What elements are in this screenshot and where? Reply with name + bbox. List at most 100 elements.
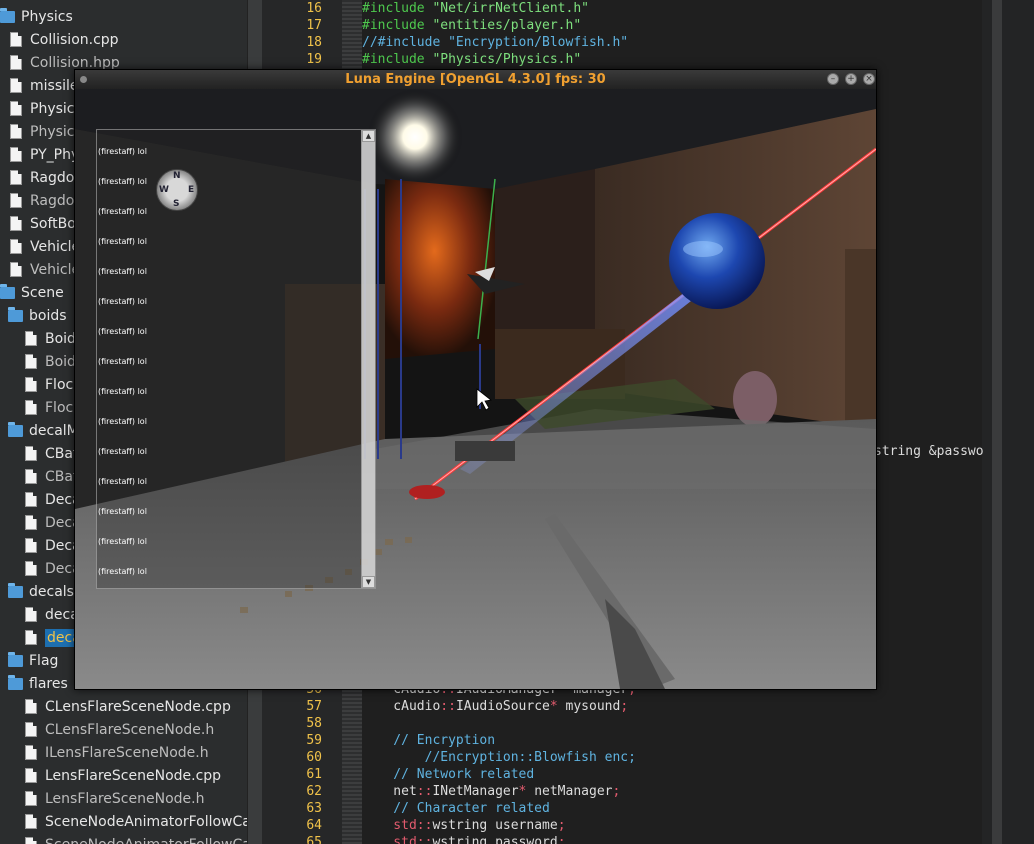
chat-scrollbar[interactable]: ▲ ▼	[361, 130, 375, 588]
maximize-button[interactable]: +	[845, 73, 857, 85]
chat-message: (firestaff) lol	[98, 297, 147, 306]
editor-scrollbar[interactable]	[992, 0, 1002, 844]
code-token: std	[362, 818, 417, 833]
folder-icon	[8, 421, 23, 437]
tree-item-label: SoftBo	[30, 215, 76, 232]
chat-message: (firestaff) lol	[98, 327, 147, 336]
file-icon	[10, 124, 22, 139]
tree-file[interactable]: SceneNodeAnimatorFollowCam	[0, 833, 262, 844]
tree-item-label: Physics	[21, 8, 73, 25]
tree-item-label: decals	[29, 583, 74, 600]
folder-icon	[8, 651, 23, 667]
folder-icon	[8, 582, 23, 598]
code-token: cAudio	[362, 699, 441, 714]
tree-item-label: Vehicle	[30, 238, 81, 255]
file-icon	[10, 101, 22, 116]
window-menu-icon[interactable]	[80, 76, 87, 83]
code-token: net	[362, 784, 417, 799]
window-titlebar[interactable]: Luna Engine [OpenGL 4.3.0] fps: 30 – + ×	[75, 70, 876, 89]
code-token: #include	[362, 1, 433, 16]
code-line: //#include "Encryption/Blowfish.h"	[362, 34, 628, 51]
code-token: ;	[557, 818, 566, 833]
chat-message: (firestaff) lol	[98, 237, 147, 246]
chat-message: (firestaff) lol	[98, 267, 147, 276]
tree-file[interactable]: ILensFlareSceneNode.h	[0, 741, 247, 764]
code-line: //Encryption::Blowfish enc;	[362, 749, 636, 766]
code-line: #include "entities/player.h"	[362, 17, 581, 34]
code-token: ;	[557, 835, 566, 844]
folder-icon	[8, 674, 23, 690]
chat-console[interactable]: (firestaff) lol (firestaff) lol (firestaff…	[96, 129, 376, 589]
code-line: #include "Physics/Physics.h"	[362, 51, 581, 68]
code-line: #include "Net/irrNetClient.h"	[362, 0, 589, 17]
code-token: ;	[612, 784, 621, 799]
compass-north: N	[173, 171, 181, 181]
code-token: "entities/player.h"	[432, 18, 582, 33]
minimize-button[interactable]: –	[827, 73, 839, 85]
chat-message: (firestaff) lol	[98, 387, 147, 396]
file-icon	[10, 55, 22, 70]
tree-file[interactable]: CLensFlareSceneNode.h	[0, 718, 247, 741]
scroll-down-arrow[interactable]: ▼	[362, 576, 375, 588]
code-token: #include	[362, 18, 433, 33]
file-icon	[25, 446, 37, 461]
code-token: ::	[416, 784, 433, 799]
code-token: ;	[620, 699, 629, 714]
tree-file[interactable]: LensFlareSceneNode.h	[0, 787, 247, 810]
line-number: 65	[306, 835, 322, 844]
tree-item-label: missile	[30, 77, 79, 94]
code-token: // Encryption	[362, 733, 496, 748]
file-icon	[25, 814, 37, 829]
code-line: std::wstring password;	[362, 834, 566, 844]
window-title: Luna Engine [OpenGL 4.3.0] fps: 30	[345, 72, 606, 87]
tree-file[interactable]: LensFlareSceneNode.cpp	[0, 764, 247, 787]
tree-item-label: Ragdol	[30, 192, 79, 209]
file-icon	[10, 262, 22, 277]
chat-message: (firestaff) lol	[98, 207, 147, 216]
tree-item-label: Boid	[45, 353, 76, 370]
file-icon	[25, 377, 37, 392]
chat-message: (firestaff) lol	[98, 177, 147, 186]
tree-item-label: SceneNodeAnimatorFollowCam	[45, 837, 262, 844]
game-viewport[interactable]: (firestaff) lol (firestaff) lol (firestaff…	[75, 89, 876, 689]
scroll-up-arrow[interactable]: ▲	[362, 130, 375, 142]
code-token: wstring username	[432, 818, 558, 833]
chat-message: (firestaff) lol	[98, 477, 147, 486]
compass-icon: N S E W	[156, 169, 198, 211]
file-icon	[25, 561, 37, 576]
close-button[interactable]: ×	[863, 73, 875, 85]
folder-icon	[0, 283, 15, 299]
code-fragment: string &passwo	[874, 444, 984, 459]
tree-file[interactable]: CLensFlareSceneNode.cpp	[0, 695, 247, 718]
tree-item-label: SceneNodeAnimatorFollowCam	[45, 813, 262, 830]
tree-item-label: CLensFlareSceneNode.cpp	[45, 698, 231, 715]
compass-east: E	[188, 185, 195, 195]
file-icon	[25, 469, 37, 484]
code-token: wstring password	[432, 835, 558, 844]
chat-message: (firestaff) lol	[98, 357, 147, 366]
file-icon	[25, 400, 37, 415]
tree-folder[interactable]: Physics	[0, 5, 247, 28]
file-icon	[25, 331, 37, 346]
tree-item-label: CLensFlareSceneNode.h	[45, 721, 215, 738]
tree-item-label: Flag	[29, 652, 59, 669]
tree-file[interactable]: SceneNodeAnimatorFollowCam	[0, 810, 262, 833]
file-icon	[25, 538, 37, 553]
line-number: 64	[306, 818, 322, 833]
code-token: "Physics/Physics.h"	[432, 52, 582, 67]
chat-message: (firestaff) lol	[98, 417, 147, 426]
line-number: 60	[306, 750, 322, 765]
tree-item-label: Collision.cpp	[30, 31, 119, 48]
code-token: ::	[416, 818, 433, 833]
chat-message: (firestaff) lol	[98, 507, 147, 516]
file-icon	[25, 699, 37, 714]
line-number: 62	[306, 784, 322, 799]
chat-message: (firestaff) lol	[98, 567, 147, 576]
tree-item-label: Boid	[45, 330, 76, 347]
code-token: netManager	[526, 784, 613, 799]
file-icon	[10, 170, 22, 185]
line-number: 16	[306, 1, 322, 16]
file-icon	[25, 745, 37, 760]
tree-file[interactable]: Collision.cpp	[0, 28, 247, 51]
luna-engine-window[interactable]: Luna Engine [OpenGL 4.3.0] fps: 30 – + ×	[74, 69, 877, 690]
